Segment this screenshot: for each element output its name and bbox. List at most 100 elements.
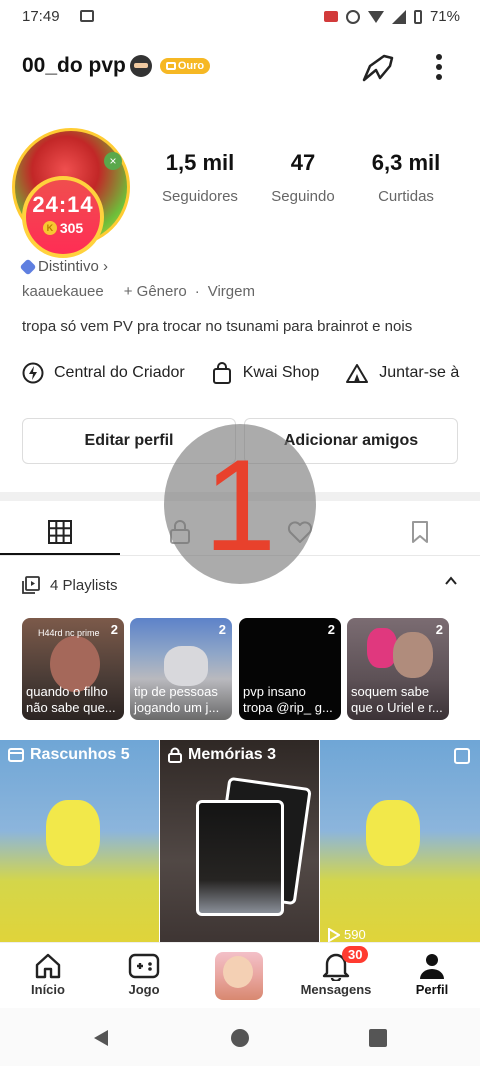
profile-shortcuts: Central do Criador Kwai Shop Juntar-se à [22,362,459,384]
dnd-icon [345,9,360,24]
shortcut-central-do-criador[interactable]: Central do Criador [22,362,185,384]
nav-profile[interactable]: Perfil [384,950,480,997]
close-badge-icon[interactable]: × [104,152,122,170]
live-timer-text: 24:14 [32,192,94,217]
shortcut-label: Central do Criador [54,364,185,381]
tab-grid[interactable] [0,510,120,554]
playlists-header[interactable]: 4 Playlists [22,576,118,594]
gamepad-icon [128,953,160,979]
playlist-icon [22,576,40,594]
status-bar: 17:49 71% [0,0,480,34]
badge-hexagon-icon [19,258,37,275]
messages-badge: 30 [342,946,369,963]
chevron-up-icon[interactable] [444,574,458,593]
playlist-caption: quando o filho não sabe que... [26,684,116,715]
recents-button[interactable] [369,1029,387,1047]
playlist-card[interactable]: H44rd nc prime 2 quando o filho não sabe… [22,618,124,720]
playlist-thumbnail-face [393,632,433,678]
shortcut-kwai-shop[interactable]: Kwai Shop [211,362,320,384]
stat-likes[interactable]: 6,3 mil Curtidas [356,150,456,205]
playlist-count: 2 [327,622,335,637]
tab-saved[interactable] [360,510,480,554]
status-icons: 71% [323,8,460,25]
lock-icon [168,747,182,763]
ninja-emoji-icon [129,55,152,77]
battery-icon [413,9,422,24]
playlist-thumbnail [164,646,208,686]
drafts-label: Rascunhos 5 [8,746,130,764]
playlist-count: 2 [218,622,226,637]
playlist-card[interactable]: 2 soquem sabe que o Uriel e r... [347,618,449,720]
profile-meta: kaauekauee + Gênero · Virgem [22,283,255,300]
nav-home[interactable]: Início [0,950,96,997]
stat-value: 47 [290,150,316,175]
coin-count-value: 305 [59,220,84,236]
meta-separator: · [194,283,200,300]
playlist-caption: tip de pessoas jogando um j... [134,684,220,715]
view-count-value: 590 [344,927,366,942]
coin-count: K 305 [26,220,100,236]
memories-tile[interactable]: Memórias 3 [160,740,319,942]
nav-label: Início [31,982,65,997]
more-vertical-icon [436,54,442,80]
person-icon [420,954,444,979]
stat-followers[interactable]: 1,5 mil Seguidores [150,150,250,205]
username-text: 00_do pvp [22,54,126,77]
drafts-thumbnail [46,800,100,866]
home-icon [35,953,61,979]
nav-create-avatar[interactable] [215,952,263,1000]
distintivo-link[interactable]: Distintivo › [19,258,108,275]
grid-icon [48,520,72,544]
drafts-tile[interactable]: Rascunhos 5 [0,740,159,942]
more-options-button[interactable] [428,52,450,82]
screen-record-icon [80,10,94,22]
signal-icon [391,9,406,24]
stat-following[interactable]: 47 Seguindo [258,150,348,205]
profile-username: 00_do pvp Ouro [22,54,211,78]
stat-label: Seguidores [162,188,238,205]
baby-face-icon [223,956,253,988]
stat-label: Seguindo [271,188,335,205]
bookmark-icon [412,521,428,543]
nav-messages[interactable]: Mensagens [288,950,384,997]
playlist-count: 2 [110,622,118,637]
tent-icon [346,364,369,383]
video-thumbnail [366,800,420,866]
play-icon [328,927,340,942]
back-button[interactable] [92,1028,110,1053]
playlist-thumb-text: H44rd nc prime [38,628,100,638]
shortcut-label: Kwai Shop [242,364,320,381]
stat-value: 1,5 mil [165,150,235,175]
stat-value: 6,3 mil [371,150,441,175]
share-arrow-icon [362,54,394,82]
coin-icon: K [42,221,57,235]
battery-percent: 71% [429,8,460,25]
drafts-icon [8,748,24,762]
playlists-title: 4 Playlists [50,576,118,594]
ouro-badge-label: Ouro [177,60,205,72]
add-gender-link[interactable]: + Gênero [124,283,187,300]
ouro-badge[interactable]: Ouro [159,58,211,74]
playlist-count: 2 [435,622,443,637]
nav-game[interactable]: Jogo [96,950,192,997]
share-button[interactable] [360,50,396,84]
stat-label: Curtidas [378,188,434,205]
shortcut-label: Juntar-se à [379,364,460,381]
live-timer-badge[interactable]: 24:14 K 305 [22,176,104,258]
playlist-card[interactable]: 2 pvp insano tropa @rip_ g... [239,618,341,720]
active-tab-indicator [0,553,120,555]
gallery-icon [454,748,470,764]
memories-text: Memórias 3 [188,746,277,763]
video-tile[interactable]: 590 [320,740,480,942]
playlist-card[interactable]: 2 tip de pessoas jogando um j... [130,618,232,720]
overlay-number: 1 [203,432,277,578]
lightning-icon [22,362,44,384]
shortcut-juntar-se[interactable]: Juntar-se à [345,362,459,384]
playlist-caption: pvp insano tropa @rip_ g... [243,684,333,715]
crown-icon [165,62,176,70]
zodiac-sign: Virgem [207,283,255,300]
profile-handle: kaauekauee [22,283,104,300]
status-time: 17:49 [22,8,60,25]
back-triangle-icon [94,1030,108,1046]
home-circle-button[interactable] [231,1029,249,1047]
